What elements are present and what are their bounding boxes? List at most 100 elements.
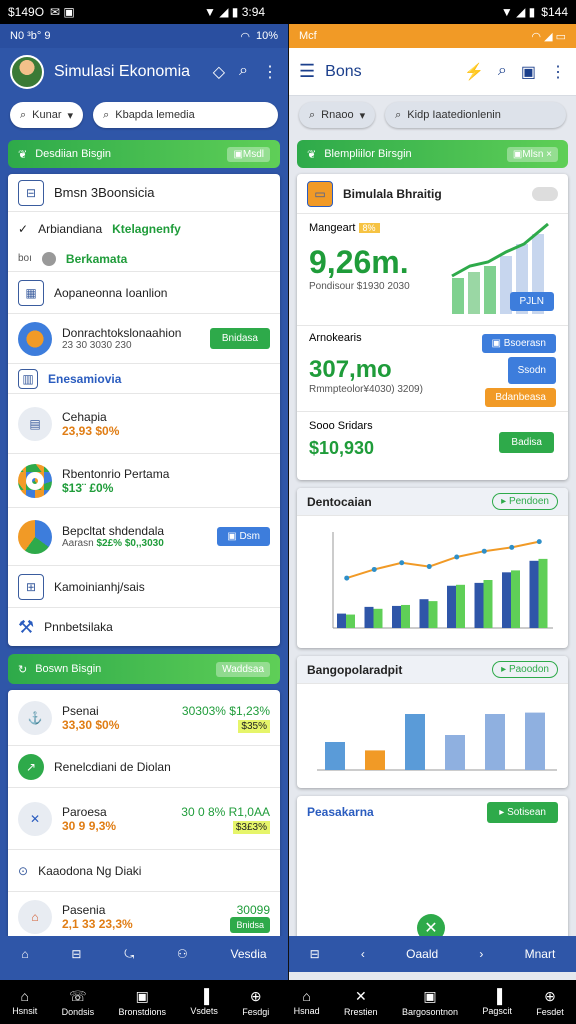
toggle-switch[interactable]	[532, 186, 558, 201]
left-banner-2[interactable]: ↻ Boswn Bisgin Waddsaa	[8, 654, 280, 684]
filter-pill[interactable]: ▸ Pendoen	[492, 493, 558, 510]
option-button[interactable]: Bdanbeasa	[485, 388, 556, 407]
nav-item[interactable]: ✕ Rrestien	[344, 988, 378, 1017]
search-input-label: Kidp Iaatedionlenin	[407, 109, 501, 121]
nav-item[interactable]: ⌂ Hsnad	[294, 988, 320, 1016]
action-button[interactable]: Badisa	[499, 432, 554, 453]
card-header: Peasakarna ▸ Sotisean	[297, 796, 568, 828]
search-icon[interactable]: ⌕	[239, 62, 248, 82]
chevron-left-icon[interactable]: ‹	[361, 947, 365, 961]
bolt-icon[interactable]: ⚡	[464, 62, 484, 82]
list-item[interactable]: ⌂ Pasenia 2,1 33 23,3% 30099 Bnidsa	[8, 892, 280, 942]
list-item[interactable]: ⊙ Kaaodona Ng Diaki	[8, 850, 280, 892]
action-button[interactable]: Bnidasa	[209, 328, 270, 349]
search-input[interactable]: ⌕ Kbapda lemedia	[93, 102, 278, 128]
tools-icon: ✕	[354, 987, 367, 1004]
card-header: Bangopolaradpit ▸ Paoodon	[297, 656, 568, 684]
list-item[interactable]: ▦ Aopaneonna Ioanlion	[8, 272, 280, 314]
gear-icon: ⊕	[249, 987, 262, 1004]
tag-icon[interactable]: ◇	[213, 62, 225, 82]
option-button[interactable]: ▣ Bsoerasn	[481, 334, 556, 353]
line-point	[371, 566, 377, 572]
list-item[interactable]: ⚓ Psenai 33,30 $0% 30303% $1,23% $35%	[8, 690, 280, 746]
select-chip[interactable]: ⌕ Kunar ▾	[10, 102, 84, 128]
calculator-icon[interactable]: ⊟	[310, 947, 320, 961]
nav-label[interactable]: Vesdia	[231, 947, 267, 961]
system-nav: ⌂ Hsnsit ☏ Dondsis ▣ Bronstdions ▐ Vsdets ⊕ F…	[0, 980, 576, 1024]
clipboard-icon[interactable]: ▣	[521, 62, 536, 82]
nav-item[interactable]: ⌂ Hsnsit	[12, 988, 37, 1016]
chart-icon[interactable]: ⤿	[124, 947, 134, 962]
more-icon[interactable]: ⋮	[550, 62, 566, 82]
bar	[538, 558, 548, 628]
more-icon[interactable]: ⋮	[262, 62, 278, 82]
detail-button[interactable]: PJLN	[509, 292, 554, 311]
search-icon[interactable]: ⌕	[498, 62, 507, 82]
status-icons: ✉ ▣	[50, 5, 75, 19]
battery-text: 10%	[255, 30, 278, 42]
list-item[interactable]: ✓ Arbiandiana Ktelagnenfy	[8, 212, 280, 246]
card-title: Peasakarna	[307, 805, 374, 819]
lock-icon: ⊙	[18, 863, 29, 878]
metric-label: Mangeart	[309, 222, 356, 234]
list-item[interactable]: Rbentonrio Pertama $13¨ £0%	[8, 454, 280, 508]
chevron-right-icon[interactable]: ›	[479, 947, 483, 961]
list-item[interactable]: ▤ Cehapia 23,93 $0%	[8, 394, 280, 454]
nav-item[interactable]: ▣ Bargosontnon	[402, 988, 458, 1017]
search-icon: ⌕	[103, 108, 110, 121]
list-item[interactable]: ↗ Renelcdiani de Diolan	[8, 746, 280, 788]
list-item-label: Pnnbetsilaka	[44, 620, 113, 634]
list-item-value: 30 9 9,3%	[62, 818, 117, 833]
action-button[interactable]: ▣ Dsm	[217, 527, 270, 546]
filter-pill[interactable]: ▸ Paoodon	[492, 661, 558, 678]
list-item[interactable]: ▥ Enesamiovia	[8, 364, 280, 394]
nav-item[interactable]: ▐ Vsdets	[190, 988, 218, 1016]
bar	[456, 584, 465, 628]
nav-item-label: Fesdgi	[242, 1006, 270, 1017]
nav-item[interactable]: ▣ Bronstdions	[118, 988, 166, 1017]
calculator-icon[interactable]: ⊟	[71, 947, 81, 961]
list-item[interactable]: Donrachtokslonaahion 23 30 3030 230 Bnidas…	[8, 314, 280, 364]
list-item[interactable]: boı Berkamata	[8, 246, 280, 272]
right-banner[interactable]: ❦ Blempliilor Birsgin ▣Mlsn ×	[297, 140, 568, 168]
bar	[447, 585, 456, 628]
menu-icon[interactable]: ☰	[299, 61, 315, 82]
chevron-down-icon: ▾	[67, 109, 74, 122]
avatar[interactable]	[10, 55, 44, 89]
phone-icon: ☏	[69, 987, 87, 1004]
option-button[interactable]: Ssodn	[507, 357, 556, 384]
left-banner[interactable]: ❦ Desdiian Bisgin ▣Msdl	[8, 140, 280, 168]
chart-card-2: Bangopolaradpit ▸ Paoodon	[297, 656, 568, 788]
nav-label[interactable]: Oaald	[406, 947, 438, 961]
list-item[interactable]: ⊟ Bmsn 3Boonsicia	[8, 174, 280, 212]
left-appbar: Simulasi Ekonomia ◇ ⌕ ⋮	[0, 48, 288, 96]
list-item-button[interactable]: Bnidsa	[230, 917, 270, 933]
list-item[interactable]: ⊞ Kamoinianhj/sais	[8, 566, 280, 608]
banner-badge: ▣Mlsn ×	[506, 146, 558, 162]
metric-block-2: Arnokearis 307,mo Rmmpteolor¥4030) 3209)…	[297, 326, 568, 412]
nav-item[interactable]: ⊕ Fesdet	[536, 988, 564, 1017]
nav-item[interactable]: ⊕ Fesdgi	[242, 988, 269, 1017]
profile-icon[interactable]: ⚇	[177, 947, 188, 961]
card-header: ▭ Bimulala Bhraitig	[297, 174, 568, 214]
book-icon: ▣	[423, 987, 437, 1004]
list-item[interactable]: ✕ Paroesa 30 9 9,3% 30 0 8% R1,0AA $3£3%	[8, 788, 280, 850]
bar	[346, 614, 355, 628]
select-chip[interactable]: ⌕ Rnaoo ▾	[299, 102, 376, 128]
nav-item[interactable]: ☏ Dondsis	[62, 988, 95, 1017]
grid-icon: ▦	[18, 279, 44, 306]
nav-label-2[interactable]: Mnart	[525, 947, 556, 961]
home-icon: ⌂	[302, 988, 311, 1004]
leaf-icon: ❦	[307, 148, 317, 161]
line-point	[481, 548, 487, 554]
nav-item[interactable]: ▐ Pagscit	[482, 988, 512, 1016]
empty-card: Peasakarna ▸ Sotisean ✕	[297, 796, 568, 946]
list-item[interactable]: ⚒ Pnnbetsilaka	[8, 608, 280, 646]
bar	[364, 606, 374, 628]
search-input-label: Kbapda lemedia	[115, 109, 195, 121]
list-item[interactable]: Bepcltat shdendala Aarasn $2£% $0,,3030 ▣ …	[8, 508, 280, 566]
action-button[interactable]: ▸ Sotisean	[487, 801, 558, 823]
search-input[interactable]: ⌕ Kidp Iaatedionlenin	[385, 102, 566, 128]
list-item-label: Arbiandiana	[38, 222, 103, 236]
home-icon[interactable]: ⌂	[21, 947, 28, 961]
